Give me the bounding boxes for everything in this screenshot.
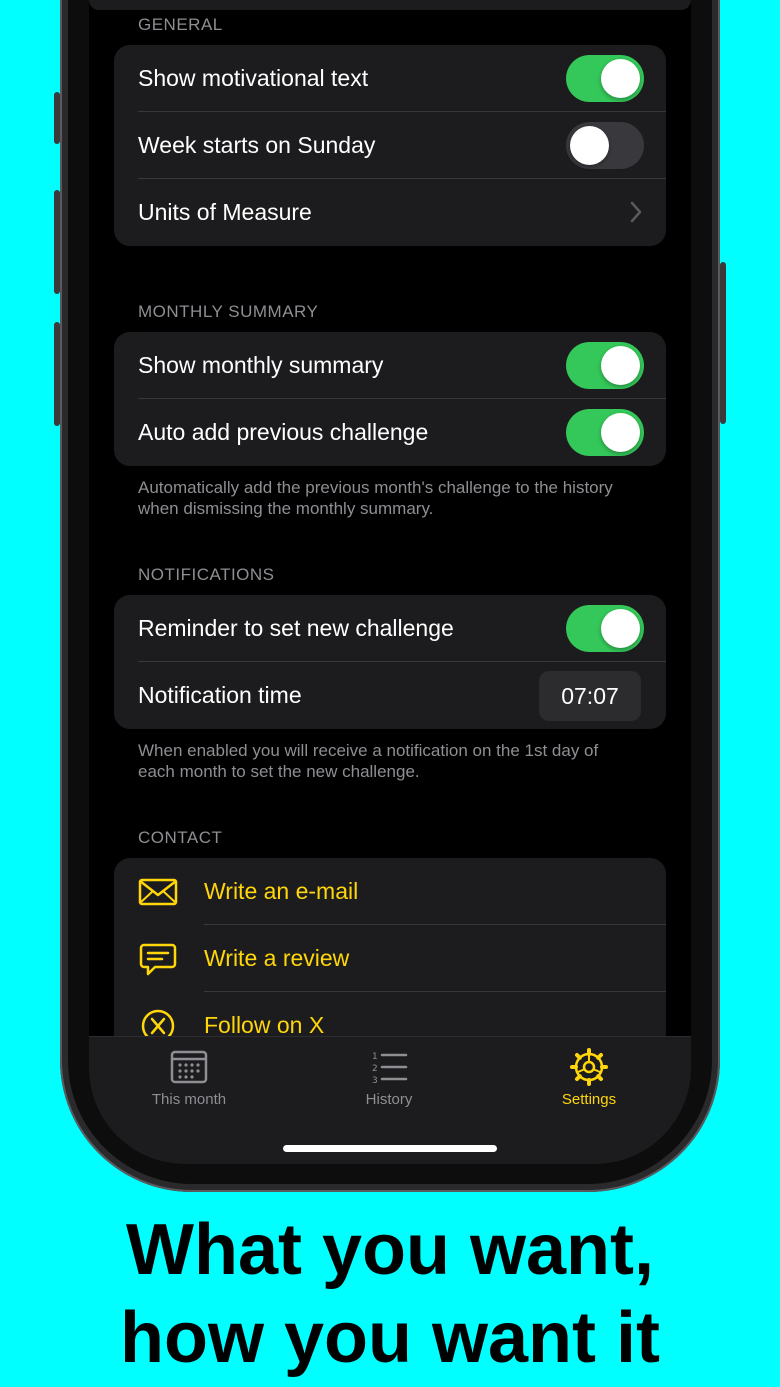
calendar-icon [170,1050,208,1084]
notifications-footnote: When enabled you will receive a notifica… [138,741,599,781]
tab-bar: This month 1 2 3 History Settings [89,1036,691,1164]
tagline-line-1: What you want, [126,1210,654,1290]
row-label: Auto add previous challenge [138,419,429,445]
section-header-monthly-summary: MONTHLY SUMMARY [138,302,319,321]
write-review-row[interactable]: Write a review [114,925,666,992]
row-label: Write an e-mail [204,878,359,904]
section-header-contact: CONTACT [138,828,223,847]
tagline-line-2: how you want it [120,1298,660,1378]
numbered-list-icon: 1 2 3 [372,1052,408,1086]
power-button [720,262,726,424]
svg-text:1: 1 [372,1052,378,1062]
volume-down-button [54,322,60,426]
week-starts-sunday-toggle[interactable] [566,122,644,169]
toggle-knob [570,126,609,165]
phone-screen: GENERAL Show motivational text Week star… [89,0,691,1164]
toggle-knob [601,413,640,452]
row-label: Follow on X [204,1012,325,1038]
home-indicator[interactable] [283,1145,497,1152]
show-monthly-summary-row[interactable]: Show monthly summary [114,332,666,399]
gear-icon [570,1048,608,1086]
monthly-summary-group: Show monthly summary Auto add previous c… [114,332,666,466]
tab-label: Settings [561,1091,617,1108]
notifications-group: Reminder to set new challenge Notificati… [114,595,666,729]
row-label: Week starts on Sunday [138,132,376,158]
toggle-knob [601,346,640,385]
row-label: Reminder to set new challenge [138,615,454,641]
section-header-notifications: NOTIFICATIONS [138,565,275,584]
tab-this-month[interactable]: This month [109,1047,269,1108]
svg-text:3: 3 [372,1076,378,1086]
row-label: Show motivational text [138,65,369,91]
speech-bubble-icon [139,943,177,976]
show-motivational-text-toggle[interactable] [566,55,644,102]
contact-group: Write an e-mail Write a review Follow on… [114,858,666,1058]
notification-time-picker[interactable]: 07:07 [539,671,641,721]
section-header-general: GENERAL [138,15,223,34]
write-email-row[interactable]: Write an e-mail [114,858,666,925]
toggle-knob [601,609,640,648]
week-starts-sunday-row[interactable]: Week starts on Sunday [114,112,666,179]
tab-label: This month [151,1091,227,1108]
chevron-right-icon [630,201,642,223]
notification-time-row: Notification time 07:07 [114,662,666,729]
envelope-icon [138,878,178,906]
row-label: Show monthly summary [138,352,384,378]
row-label: Units of Measure [138,199,312,225]
reminder-new-challenge-toggle[interactable] [566,605,644,652]
general-group: Show motivational text Week starts on Su… [114,45,666,246]
tab-settings[interactable]: Settings [509,1047,669,1108]
row-label: Notification time [138,682,302,708]
scrolled-content-edge [89,0,691,10]
tab-history[interactable]: 1 2 3 History [309,1047,469,1108]
show-monthly-summary-toggle[interactable] [566,342,644,389]
volume-up-button [54,190,60,294]
monthly-summary-footnote: Automatically add the previous month's c… [138,478,613,518]
row-label: Write a review [204,945,350,971]
svg-text:2: 2 [372,1064,378,1074]
reminder-new-challenge-row[interactable]: Reminder to set new challenge [114,595,666,662]
auto-add-previous-challenge-row[interactable]: Auto add previous challenge [114,399,666,466]
units-of-measure-row[interactable]: Units of Measure [114,179,666,246]
mute-switch [54,92,60,144]
show-motivational-text-row[interactable]: Show motivational text [114,45,666,112]
tab-label: History [365,1091,413,1108]
auto-add-previous-challenge-toggle[interactable] [566,409,644,456]
toggle-knob [601,59,640,98]
